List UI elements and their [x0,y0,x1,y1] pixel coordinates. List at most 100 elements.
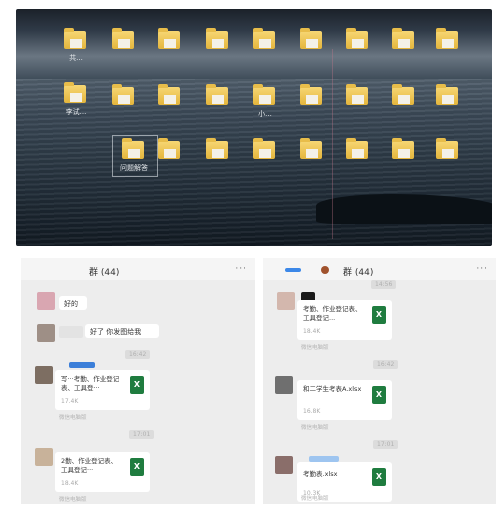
timestamp: 17:01 [373,440,399,449]
avatar[interactable] [275,456,293,474]
excel-file-icon: X [372,386,386,404]
folder-icon [206,84,228,105]
chat-window-left: 群 (44) ··· 好的 好了 你发图给我 16:42 写···考勤、作业登记… [21,258,255,504]
desktop-folder[interactable] [428,27,468,71]
desktop-folder[interactable] [384,83,424,127]
desktop-folder[interactable] [292,27,332,71]
desktop-folder[interactable] [198,137,238,181]
desktop-folder[interactable] [198,83,238,127]
desktop-folder[interactable] [338,83,378,127]
folder-icon [64,82,86,103]
desktop-folder[interactable]: 李试... [56,81,96,125]
folder-icon [392,84,414,105]
message-text: 好的 [64,300,78,308]
group-avatar [321,266,329,274]
folder-icon [300,28,322,49]
desktop-folder[interactable] [150,27,190,71]
file-name: 2勤、作业登记表、工具登记··· [61,457,118,474]
redacted-name [69,362,95,368]
desktop-folder[interactable] [384,137,424,181]
message-bubble: 好的 [59,296,87,310]
avatar[interactable] [275,376,293,394]
desktop-folder[interactable] [428,83,468,127]
desktop-folder[interactable] [245,137,285,181]
folder-icon [392,28,414,49]
desktop-photo: 共... 李试... 小... 问题解答 [16,9,492,246]
folder-icon [300,138,322,159]
desktop-folder[interactable]: 共... [56,27,96,71]
desktop-folder[interactable] [104,27,144,71]
screen-reflection-line [332,49,333,239]
folder-icon [436,28,458,49]
file-source: 微信电脑版 [301,496,329,502]
folder-icon [64,28,86,49]
rocks [316,194,492,224]
desktop-folder[interactable] [198,27,238,71]
file-source: 微信电脑版 [59,497,87,503]
message-text: 好了 你发图给我 [90,328,142,336]
excel-file-icon: X [130,458,144,476]
file-message[interactable]: 和二学生考表A.xlsx 16.8K X [297,380,392,420]
redacted-bar [285,268,301,272]
more-icon[interactable]: ··· [235,264,247,274]
file-size: 17.4K [61,398,79,405]
folder-icon [206,28,228,49]
desktop-folder[interactable] [245,27,285,71]
folder-icon [112,84,134,105]
desktop-folder[interactable] [150,137,190,181]
folder-icon [158,138,180,159]
file-source: 微信电脑版 [301,345,329,351]
desktop-folder[interactable] [338,27,378,71]
folder-icon [436,84,458,105]
desktop-folder[interactable] [384,27,424,71]
file-size: 18.4K [61,480,79,487]
file-name: 和二学生考表A.xlsx [303,385,362,393]
avatar[interactable] [35,366,53,384]
desktop-folder[interactable]: 小... [245,83,285,127]
avatar[interactable] [37,324,55,342]
desktop-folder[interactable] [104,83,144,127]
desktop-folder[interactable] [292,83,332,127]
file-size: 16.8K [303,408,321,415]
timestamp: 17:01 [129,430,155,439]
excel-file-icon: X [372,306,386,324]
folder-label: 问题解答 [120,164,148,172]
file-message[interactable]: 考勤、作业登记表、工具登记... 18.4K X [297,300,392,340]
avatar[interactable] [277,292,295,310]
avatar[interactable] [35,448,53,466]
file-size: 18.4K [303,328,321,335]
folder-icon [158,84,180,105]
folder-icon [346,84,368,105]
folder-icon [392,138,414,159]
chat-window-right: 群 (44) ··· 14:56 考勤、作业登记表、工具登记... 18.4K … [263,258,496,504]
more-icon[interactable]: ··· [476,264,488,274]
file-name: 考勤表.xlsx [303,470,338,478]
timestamp: 14:56 [371,280,397,289]
folder-icon [436,138,458,159]
desktop-folder-selected[interactable]: 问题解答 [114,137,154,181]
folder-icon [346,28,368,49]
file-name: 写···考勤、作业登记表、工具登··· [61,375,120,392]
folder-icon [253,28,275,49]
folder-icon [122,138,144,159]
file-message[interactable]: 写···考勤、作业登记表、工具登··· 17.4K X [55,370,150,410]
folder-label: 李试... [65,108,87,116]
folder-icon [253,84,275,105]
message-bubble: 好了 你发图给我 [85,324,159,338]
chat-title: 群 (44) [343,268,374,278]
desktop-folder[interactable] [150,83,190,127]
desktop-folder[interactable] [428,137,468,181]
folder-icon [253,138,275,159]
folder-icon [112,28,134,49]
folder-icon [346,138,368,159]
desktop-folder[interactable] [338,137,378,181]
timestamp: 16:42 [125,350,151,359]
folder-label: 小... [258,110,272,118]
avatar[interactable] [37,292,55,310]
file-message[interactable]: 2勤、作业登记表、工具登记··· 18.4K X [55,452,150,492]
folder-label: 共... [69,54,83,62]
excel-file-icon: X [130,376,144,394]
desktop-folder[interactable] [292,137,332,181]
timestamp: 16:42 [373,360,399,369]
chat-title: 群 (44) [89,268,120,278]
